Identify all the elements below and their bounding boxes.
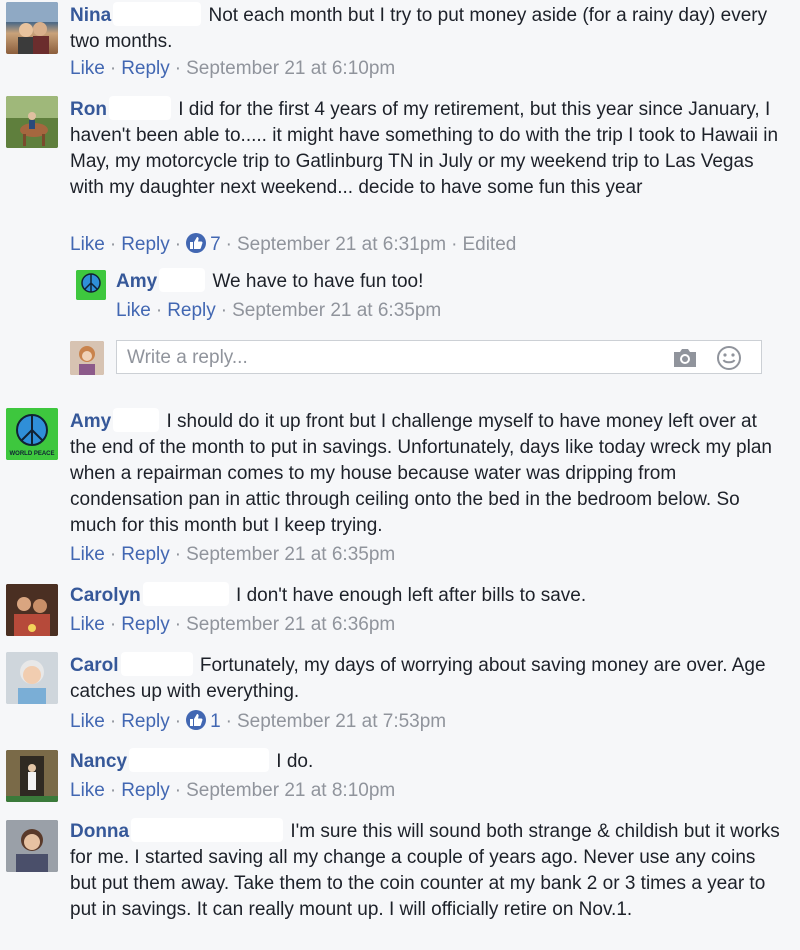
like-link[interactable]: Like	[70, 58, 105, 79]
world-peace-logo-text: WORLD PEACE	[9, 451, 55, 457]
like-link[interactable]: Like	[70, 614, 105, 635]
reply-input[interactable]: Write a reply...	[116, 340, 762, 374]
avatar[interactable]: WORLD PEACE	[6, 408, 58, 460]
redaction	[120, 652, 193, 676]
avatar[interactable]	[6, 652, 58, 704]
like-reaction-icon[interactable]	[186, 233, 207, 253]
timestamp[interactable]: September 21 at 6:35pm	[232, 300, 441, 321]
profile-photo-icon	[70, 341, 104, 375]
reply-link[interactable]: Reply	[121, 58, 170, 79]
comment-message: I should do it up front but I challenge …	[70, 411, 772, 536]
profile-photo-icon	[6, 652, 58, 704]
comment-text: Ron I did for the first 4 years of my re…	[70, 96, 782, 201]
profile-photo-icon	[6, 820, 58, 872]
reply-composer: Write a reply...	[70, 340, 770, 378]
timestamp[interactable]: September 21 at 6:31pm	[237, 234, 446, 255]
commenter-name[interactable]: Amy	[116, 271, 157, 292]
redaction	[142, 582, 229, 606]
redaction	[129, 748, 270, 772]
timestamp[interactable]: September 21 at 6:35pm	[186, 544, 395, 565]
commenter-name[interactable]: Ron	[70, 99, 107, 120]
comment-actions: Like · Reply · September 21 at 6:10pm	[70, 58, 396, 79]
comment-actions: Like · Reply · 1 · September 21 at 7:53pm	[70, 710, 447, 732]
like-link[interactable]: Like	[116, 300, 151, 321]
redaction	[113, 2, 202, 26]
avatar[interactable]	[6, 96, 58, 148]
like-reaction-icon[interactable]	[186, 710, 207, 730]
avatar[interactable]	[6, 584, 58, 636]
camera-icon[interactable]	[672, 347, 698, 369]
reply-link[interactable]: Reply	[121, 234, 170, 255]
comment-text: Nancy I do.	[70, 748, 782, 775]
avatar[interactable]	[6, 2, 58, 54]
commenter-name[interactable]: Amy	[70, 411, 111, 432]
comment-text: Nina Not each month but I try to put mon…	[70, 2, 782, 55]
reply-link[interactable]: Reply	[121, 711, 170, 732]
reply-link[interactable]: Reply	[121, 614, 170, 635]
avatar[interactable]	[6, 750, 58, 802]
reaction-count[interactable]: 1	[210, 711, 221, 732]
like-link[interactable]: Like	[70, 234, 105, 255]
redaction	[131, 818, 284, 842]
profile-photo-icon	[6, 96, 58, 148]
comment-text: Donna I'm sure this will sound both stra…	[70, 818, 782, 923]
redaction	[113, 408, 160, 432]
timestamp[interactable]: September 21 at 6:10pm	[186, 58, 395, 79]
comment-feed: Nina Not each month but I try to put mon…	[0, 0, 800, 950]
redaction	[108, 96, 171, 120]
commenter-name[interactable]: Nancy	[70, 751, 127, 772]
comment-message: I don't have enough left after bills to …	[230, 585, 587, 606]
redaction	[159, 268, 206, 292]
comment-message: We have to have fun too!	[207, 271, 424, 292]
profile-photo-icon	[6, 584, 58, 636]
commenter-name[interactable]: Carol	[70, 655, 119, 676]
comment-text: Amy I should do it up front but I challe…	[70, 408, 782, 539]
comment-actions: Like · Reply · September 21 at 6:35pm	[70, 544, 396, 565]
comment-text: Amy We have to have fun too!	[116, 268, 800, 295]
avatar	[70, 341, 104, 375]
commenter-name[interactable]: Carolyn	[70, 585, 141, 606]
edited-label[interactable]: Edited	[462, 234, 516, 255]
comment-actions: Like · Reply · 7 · September 21 at 6:31pm · Edit…	[70, 233, 517, 255]
reaction-count[interactable]: 7	[210, 234, 221, 255]
comment-message: I did for the first 4 years of my retire…	[70, 99, 779, 198]
timestamp[interactable]: September 21 at 8:10pm	[186, 780, 395, 801]
reply-link[interactable]: Reply	[121, 544, 170, 565]
comment-actions: Like · Reply · September 21 at 6:35pm	[116, 300, 442, 321]
comment-text: Carolyn I don't have enough left after b…	[70, 582, 782, 609]
avatar[interactable]	[6, 820, 58, 872]
emoji-icon[interactable]	[716, 345, 742, 371]
timestamp[interactable]: September 21 at 6:36pm	[186, 614, 395, 635]
comment-text: Carol Fortunately, my days of worrying a…	[70, 652, 782, 705]
comment-actions: Like · Reply · September 21 at 6:36pm	[70, 614, 396, 635]
commenter-name[interactable]: Donna	[70, 821, 129, 842]
reply-link[interactable]: Reply	[167, 300, 216, 321]
timestamp[interactable]: September 21 at 7:53pm	[237, 711, 446, 732]
profile-photo-icon	[6, 2, 58, 54]
comment-message: I do.	[271, 751, 314, 772]
avatar[interactable]	[76, 270, 106, 300]
like-link[interactable]: Like	[70, 544, 105, 565]
reply-link[interactable]: Reply	[121, 780, 170, 801]
commenter-name[interactable]: Nina	[70, 5, 111, 26]
peace-sign-icon	[76, 270, 106, 300]
profile-photo-icon	[6, 750, 58, 802]
comment-actions: Like · Reply · September 21 at 8:10pm	[70, 780, 396, 801]
like-link[interactable]: Like	[70, 711, 105, 732]
like-link[interactable]: Like	[70, 780, 105, 801]
